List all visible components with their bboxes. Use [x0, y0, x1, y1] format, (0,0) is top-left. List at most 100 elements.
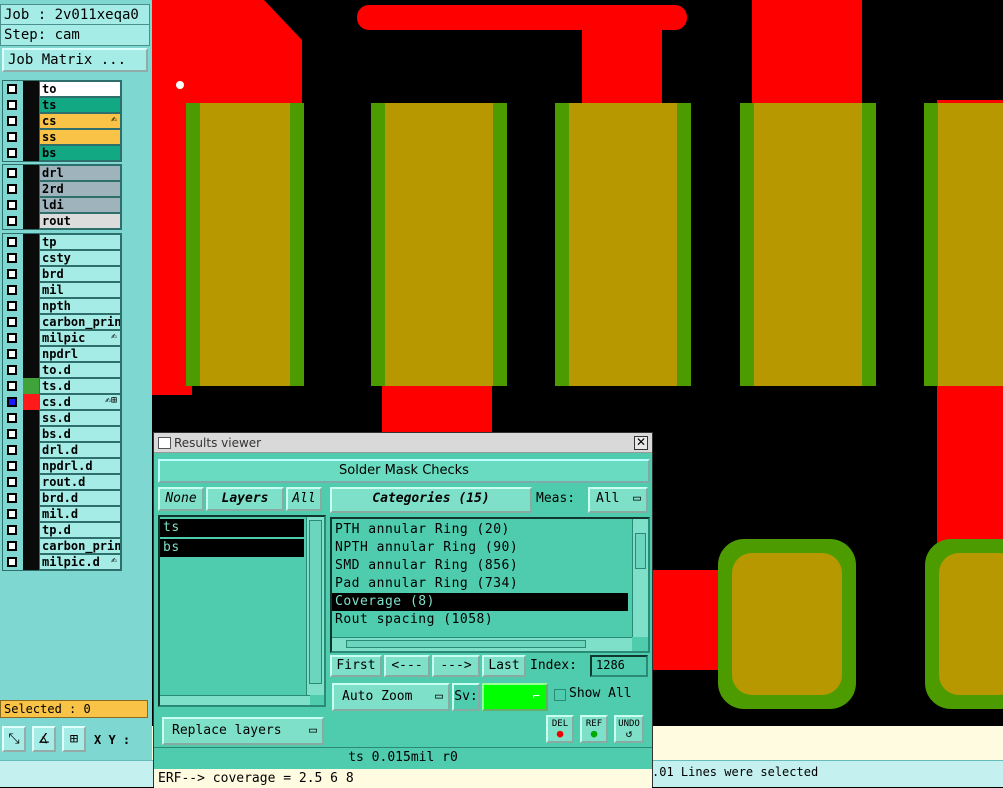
categories-button[interactable]: Categories (15)	[330, 487, 532, 513]
layer-checkbox[interactable]	[7, 349, 17, 359]
layer-row[interactable]: to.d	[3, 362, 121, 378]
sv-color-dropdown[interactable]: ⌐	[482, 683, 548, 711]
layer-color-swatch[interactable]	[23, 165, 39, 181]
layer-row[interactable]: ts.d	[3, 378, 121, 394]
layer-name[interactable]: npth	[39, 298, 121, 314]
layer-row[interactable]: milpic ✍	[3, 330, 121, 346]
layer-name[interactable]: milpic.d	[39, 554, 121, 570]
prev-button[interactable]: <---	[384, 655, 430, 677]
layer-row[interactable]: mil	[3, 282, 121, 298]
layer-row[interactable]: tp.d	[3, 522, 121, 538]
layer-color-swatch[interactable]	[23, 538, 39, 554]
auto-zoom-dropdown[interactable]: Auto Zoom ▭	[332, 683, 450, 711]
layer-checkbox[interactable]	[7, 168, 17, 178]
layer-name[interactable]: bs.d	[39, 426, 121, 442]
layer-name[interactable]: to.d	[39, 362, 121, 378]
layers-vscrollbar[interactable]	[306, 517, 324, 695]
layer-name[interactable]: carbon_print	[39, 538, 121, 554]
layer-row[interactable]: bs	[3, 145, 121, 161]
layer-checkbox[interactable]	[7, 84, 17, 94]
layer-row[interactable]: ts	[3, 97, 121, 113]
layer-checkbox[interactable]	[7, 493, 17, 503]
layer-color-swatch[interactable]	[23, 197, 39, 213]
layer-color-swatch[interactable]	[23, 181, 39, 197]
layer-checkbox[interactable]	[7, 148, 17, 158]
last-button[interactable]: Last	[482, 655, 526, 677]
layer-checkbox[interactable]	[7, 200, 17, 210]
categories-hscrollbar[interactable]	[332, 637, 632, 651]
layer-row[interactable]: brd	[3, 266, 121, 282]
layer-checkbox[interactable]	[7, 216, 17, 226]
layer-checkbox[interactable]	[7, 445, 17, 455]
layer-name[interactable]: drl.d	[39, 442, 121, 458]
layer-checkbox[interactable]	[7, 429, 17, 439]
layer-row[interactable]: brd.d	[3, 490, 121, 506]
layers-hscrollbar[interactable]	[160, 695, 310, 705]
layer-row[interactable]: npdrl	[3, 346, 121, 362]
del-button[interactable]: DEL ●	[546, 715, 574, 743]
layer-color-swatch[interactable]	[23, 213, 39, 229]
layer-name[interactable]: tp.d	[39, 522, 121, 538]
layer-checkbox[interactable]	[7, 285, 17, 295]
layer-color-swatch[interactable]	[23, 474, 39, 490]
layer-row[interactable]: cs ✍	[3, 113, 121, 129]
layer-color-swatch[interactable]	[23, 442, 39, 458]
layer-name[interactable]: rout	[39, 213, 121, 229]
layer-color-swatch[interactable]	[23, 346, 39, 362]
category-item[interactable]: SMD annular Ring (856)	[332, 557, 628, 575]
layer-row[interactable]: rout.d	[3, 474, 121, 490]
layer-color-swatch[interactable]	[23, 362, 39, 378]
job-matrix-button[interactable]: Job Matrix ...	[2, 48, 148, 72]
layer-name[interactable]: carbon_print	[39, 314, 121, 330]
layer-name[interactable]: bs	[39, 145, 121, 161]
layer-row[interactable]: ss	[3, 129, 121, 145]
layer-checkbox[interactable]	[7, 333, 17, 343]
layer-row[interactable]: carbon_print	[3, 538, 121, 554]
layer-name[interactable]: csty	[39, 250, 121, 266]
layer-color-swatch[interactable]	[23, 250, 39, 266]
layer-row[interactable]: tp	[3, 234, 121, 250]
layer-checkbox[interactable]	[7, 541, 17, 551]
layer-checkbox[interactable]	[7, 525, 17, 535]
layer-row[interactable]: cs.d ✍⊞	[3, 394, 121, 410]
zoom-fit-icon[interactable]: ⤡	[2, 726, 26, 752]
layer-color-swatch[interactable]	[23, 145, 39, 161]
category-item[interactable]: Rout spacing (1058)	[332, 611, 628, 629]
layer-color-swatch[interactable]	[23, 490, 39, 506]
layer-checkbox[interactable]	[7, 301, 17, 311]
ref-button[interactable]: REF ●	[580, 715, 608, 743]
layer-color-swatch[interactable]	[23, 330, 39, 346]
layer-checkbox[interactable]	[7, 381, 17, 391]
category-item[interactable]: Pad annular Ring (734)	[332, 575, 628, 593]
layer-row[interactable]: mil.d	[3, 506, 121, 522]
layer-color-swatch[interactable]	[23, 129, 39, 145]
layer-checkbox[interactable]	[7, 269, 17, 279]
results-viewer-titlebar[interactable]: Results viewer	[154, 433, 652, 453]
result-layer-item[interactable]: ts	[160, 519, 304, 537]
close-icon[interactable]: ✕	[634, 436, 648, 450]
layer-row[interactable]: ss.d	[3, 410, 121, 426]
layer-row[interactable]: drl	[3, 165, 121, 181]
layer-color-swatch[interactable]	[23, 282, 39, 298]
layers-list[interactable]: ts bs	[158, 515, 326, 707]
layer-color-swatch[interactable]	[23, 394, 39, 410]
layers-button[interactable]: Layers	[206, 487, 284, 511]
layer-color-swatch[interactable]	[23, 97, 39, 113]
layer-color-swatch[interactable]	[23, 314, 39, 330]
layer-color-swatch[interactable]	[23, 378, 39, 394]
layer-color-swatch[interactable]	[23, 298, 39, 314]
snap-grid-icon[interactable]: ⊞	[62, 726, 86, 752]
layer-name[interactable]: mil.d	[39, 506, 121, 522]
layer-checkbox[interactable]	[7, 132, 17, 142]
layer-checkbox[interactable]	[7, 100, 17, 110]
layer-name[interactable]: cs	[39, 113, 121, 129]
layer-color-swatch[interactable]	[23, 234, 39, 250]
layer-name[interactable]: brd	[39, 266, 121, 282]
layer-color-swatch[interactable]	[23, 81, 39, 97]
show-all-checkbox[interactable]	[554, 689, 566, 701]
first-button[interactable]: First	[330, 655, 382, 677]
category-item[interactable]: Coverage (8)	[332, 593, 628, 611]
layer-checkbox[interactable]	[7, 413, 17, 423]
layer-checkbox[interactable]	[7, 365, 17, 375]
layer-name[interactable]: rout.d	[39, 474, 121, 490]
